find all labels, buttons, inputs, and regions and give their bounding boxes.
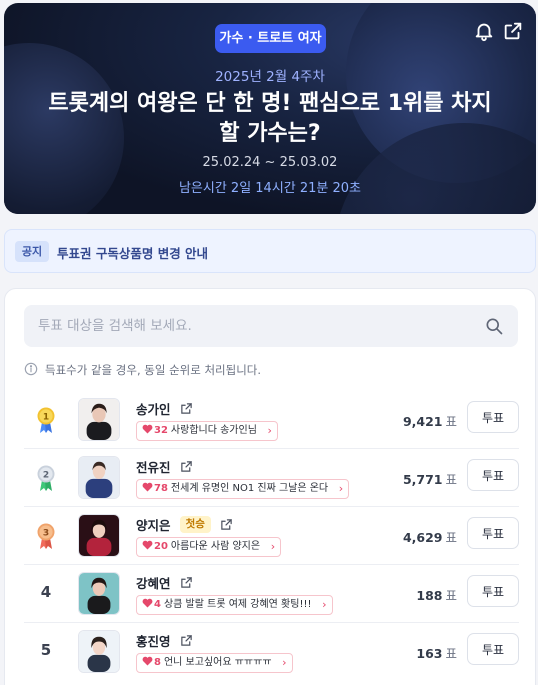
singer-photo[interactable] <box>78 456 120 499</box>
singer-name[interactable]: 홍진영 <box>136 634 171 649</box>
vote-count: 5,771 표 <box>402 472 457 487</box>
notice-bar[interactable]: 공지 투표권 구독상품명 변경 안내 <box>4 229 536 273</box>
cheer-message-button[interactable]: 32 사랑합니다 송가인님 › <box>136 421 278 441</box>
tie-rule-text: 득표수가 같을 경우, 동일 순위로 처리됩니다. <box>45 363 262 377</box>
cheer-message-button[interactable]: 8 언니 보고싶어요 ㅠㅠㅠㅠ › <box>136 653 293 673</box>
cheer-text: 상큼 발랄 트롯 여제 강혜연 홧팅!!! <box>163 599 312 610</box>
external-link-icon[interactable] <box>180 460 193 473</box>
heart-icon <box>142 540 153 550</box>
singer-name[interactable]: 양지은 <box>136 518 171 533</box>
cheer-text: 언니 보고싶어요 ㅠㅠㅠㅠ <box>163 657 272 668</box>
vote-hero-banner: 가수 · 트로트 여자 2025년 2월 4주차 트롯계의 여왕은 단 한 명!… <box>4 3 536 214</box>
cheer-text: 전세계 유명인 NO1 진짜 그날은 온다 <box>170 483 329 494</box>
cheer-message-button[interactable]: 4 상큼 발랄 트롯 여제 강혜연 홧팅!!! › <box>136 595 333 615</box>
vote-button[interactable]: 투표 <box>467 517 519 549</box>
heart-icon <box>142 482 153 492</box>
bell-icon[interactable] <box>473 20 495 42</box>
rank-number: 5 <box>40 641 52 659</box>
chevron-right-icon: › <box>338 482 344 495</box>
silver-medal-icon: 2 <box>37 465 55 491</box>
singer-name[interactable]: 강혜연 <box>136 576 171 591</box>
vote-count: 9,421 표 <box>402 414 457 429</box>
cheer-count: 4 <box>154 599 161 610</box>
chevron-right-icon: › <box>267 424 272 437</box>
vote-button[interactable]: 투표 <box>467 575 519 607</box>
cheer-count: 20 <box>154 541 168 552</box>
search-input[interactable] <box>38 305 468 347</box>
cheer-text: 사랑합니다 송가인님 <box>170 425 257 436</box>
vote-count: 4,629 표 <box>402 530 457 545</box>
svg-text:1: 1 <box>43 413 49 423</box>
category-badge: 가수 · 트로트 여자 <box>215 24 326 53</box>
ranking-panel: 득표수가 같을 경우, 동일 순위로 처리됩니다. 1 송가인 32사랑합니다 … <box>4 288 536 685</box>
ranking-row: 5 홍진영 8 언니 보고싶어요 ㅠㅠㅠㅠ › 163 표 투표 <box>24 623 519 681</box>
singer-name[interactable]: 송가인 <box>136 402 171 417</box>
external-link-icon[interactable] <box>180 402 193 415</box>
heart-icon <box>142 598 153 608</box>
heart-icon <box>142 424 153 434</box>
ranking-row: 2 전유진 78 전세계 유명인 NO1 진짜 그날은 온다 › 5,771 표 투표 <box>24 449 519 507</box>
rank-number: 4 <box>40 583 52 601</box>
gold-medal-icon: 1 <box>37 407 55 433</box>
vote-count: 188 표 <box>416 588 457 603</box>
notice-text[interactable]: 투표권 구독상품명 변경 안내 <box>57 243 208 262</box>
ranking-row: 1 송가인 32 사랑합니다 송가인님 › 9,421 표 투표 <box>24 391 519 449</box>
vote-button[interactable]: 투표 <box>467 401 519 433</box>
vote-button[interactable]: 투표 <box>467 459 519 491</box>
info-icon <box>24 362 38 376</box>
singer-photo[interactable] <box>78 630 120 673</box>
cheer-count: 8 <box>154 657 161 668</box>
cheer-message-button[interactable]: 20 아름다운 사람 양지은 › <box>136 537 282 557</box>
svg-text:3: 3 <box>43 529 49 539</box>
chevron-right-icon: › <box>282 656 287 669</box>
singer-name[interactable]: 전유진 <box>136 460 171 475</box>
cheer-message-button[interactable]: 78 전세계 유명인 NO1 진짜 그날은 온다 › <box>136 479 350 499</box>
chevron-right-icon: › <box>322 598 327 611</box>
cheer-count: 32 <box>154 425 168 436</box>
bronze-medal-icon: 3 <box>37 523 55 549</box>
first-win-badge: 첫승 <box>179 516 211 533</box>
vote-count: 163 표 <box>416 646 457 661</box>
heart-icon <box>142 656 153 666</box>
external-link-icon[interactable] <box>180 576 193 589</box>
search-icon[interactable] <box>484 316 504 336</box>
search-box[interactable] <box>24 305 518 347</box>
singer-photo[interactable] <box>78 514 120 557</box>
ranking-row: 3 양지은 첫승 20 아름다운 사람 양지은 › 4,629 표 투표 <box>24 507 519 565</box>
remaining-time: 남은시간 2일 14시간 21분 20초 <box>178 181 362 196</box>
external-link-icon[interactable] <box>220 518 233 531</box>
week-label: 2025년 2월 4주차 <box>215 69 325 85</box>
vote-title: 트롯계의 여왕은 단 한 명! 팬심으로 1위를 차지할 가수는? <box>48 91 492 146</box>
chevron-right-icon: › <box>270 540 276 553</box>
cheer-count: 78 <box>154 483 168 494</box>
vote-period: 25.02.24 ~ 25.03.02 <box>202 155 338 170</box>
share-icon[interactable] <box>502 20 524 42</box>
ranking-row: 4 강혜연 4 상큼 발랄 트롯 여제 강혜연 홧팅!!! › 188 표 투표 <box>24 565 519 623</box>
cheer-text: 아름다운 사람 양지은 <box>170 541 261 552</box>
ranking-list: 1 송가인 32 사랑합니다 송가인님 › 9,421 표 투표 2 전유진 7… <box>24 391 519 681</box>
singer-photo[interactable] <box>78 572 120 615</box>
notice-tag: 공지 <box>15 241 49 262</box>
singer-photo[interactable] <box>78 398 120 441</box>
vote-button[interactable]: 투표 <box>467 633 519 665</box>
external-link-icon[interactable] <box>180 634 193 647</box>
svg-text:2: 2 <box>43 471 49 481</box>
